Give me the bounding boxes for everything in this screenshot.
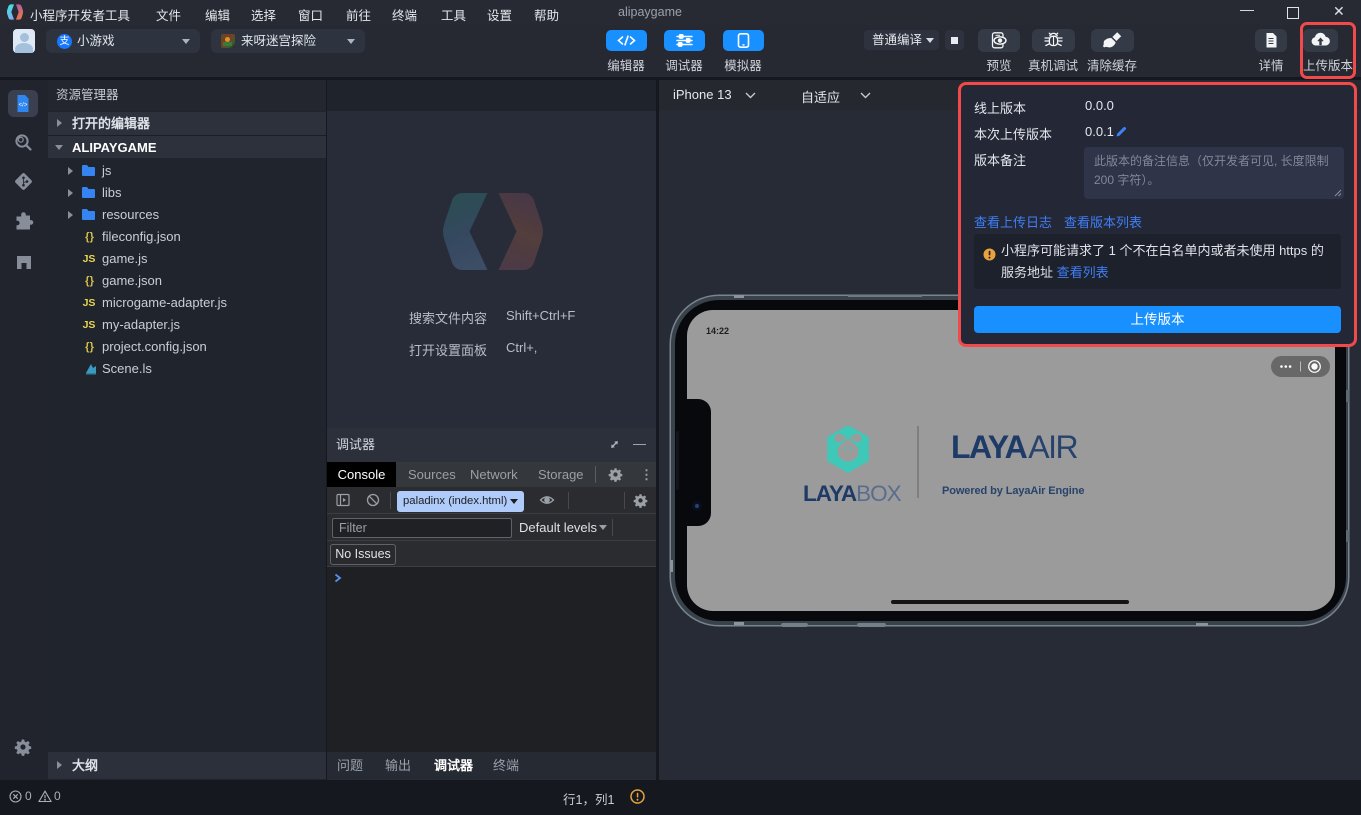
svg-text:</>: </> (19, 103, 28, 109)
